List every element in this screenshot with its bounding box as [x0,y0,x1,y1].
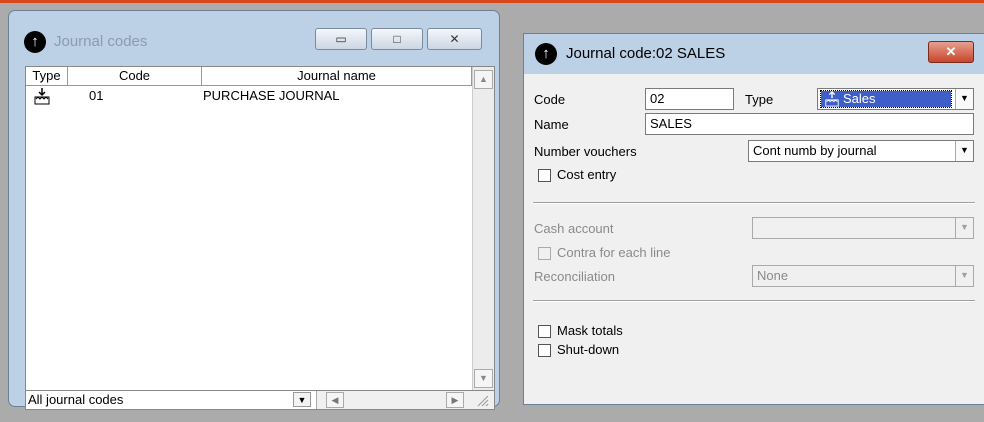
desktop-top-border [0,0,984,3]
resize-grip-icon[interactable] [474,393,490,407]
type-label: Type [745,92,774,107]
name-field[interactable]: SALES [645,113,974,135]
hscroll-left-button[interactable]: ◀ [326,392,344,408]
sales-journal-icon [824,90,840,110]
chevron-down-icon[interactable]: ▼ [955,218,973,238]
dialog-content: Code 02 Type Sales ▼ Name SALES Number v… [530,78,978,400]
journal-filter-value: All journal codes [28,392,124,407]
dialog-title-bar: ↑ Journal code:02 SALES ✕ [524,34,984,74]
list-vertical-scrollbar[interactable]: ▲ ▼ [472,67,494,390]
journal-code-dialog: ↑ Journal code:02 SALES ✕ Code 02 Type S… [523,33,984,405]
chevron-down-icon[interactable]: ▼ [955,141,973,161]
type-value: Sales [843,91,876,106]
number-vouchers-select[interactable]: Cont numb by journal ▼ [748,140,974,162]
dialog-title: Journal code:02 SALES [566,45,726,62]
cost-entry-label: Cost entry [557,167,617,182]
number-vouchers-label: Number vouchers [534,144,637,159]
hscroll-right-button[interactable]: ▶ [446,392,464,408]
column-header-code[interactable]: Code [68,67,202,86]
row-code: 01 [89,88,104,103]
section-divider [533,202,975,204]
mask-totals-label: Mask totals [557,323,623,338]
chevron-down-icon[interactable]: ▼ [955,89,973,109]
row-journal-name: PURCHASE JOURNAL [203,88,340,103]
reconciliation-value: None [757,268,789,283]
app-logo-icon: ↑ [535,43,557,65]
dialog-close-button[interactable]: ✕ [928,41,974,63]
journal-codes-window-title: Journal codes [54,33,148,50]
type-select[interactable]: Sales ▼ [817,88,974,110]
code-label: Code [534,92,566,107]
table-row[interactable]: 01 PURCHASE JOURNAL [26,87,472,105]
number-vouchers-value: Cont numb by journal [753,143,877,158]
reconciliation-select[interactable]: None ▼ [752,265,974,287]
chevron-down-icon[interactable]: ▼ [293,392,311,407]
list-footer: All journal codes ▼ ◀ ▶ [26,390,494,409]
journal-filter-select[interactable]: All journal codes ▼ [26,391,317,409]
close-button[interactable]: ✕ [427,28,482,50]
journal-codes-window: ↑ Journal codes ▭ □ ✕ Type Code Journal … [8,10,500,410]
app-logo-icon: ↑ [24,31,46,53]
cash-account-label: Cash account [534,221,614,236]
contra-checkbox[interactable] [538,247,551,260]
chevron-down-icon[interactable]: ▼ [955,266,973,286]
column-header-type[interactable]: Type [26,67,68,86]
contra-label: Contra for each line [557,245,671,260]
shutdown-checkbox[interactable] [538,344,551,357]
code-field[interactable]: 02 [645,88,734,110]
type-selected-value: Sales [820,90,952,110]
mask-totals-checkbox[interactable] [538,325,551,338]
cost-entry-checkbox[interactable] [538,169,551,182]
journal-codes-list: Type Code Journal name 01 PURCHASE JOURN… [25,66,495,410]
section-divider [533,300,975,302]
column-header-journal-name[interactable]: Journal name [202,67,472,86]
cash-account-select[interactable]: ▼ [752,217,974,239]
scroll-up-button[interactable]: ▲ [474,70,493,89]
minimize-button[interactable]: ▭ [315,28,367,50]
purchase-journal-icon [33,87,51,108]
scroll-down-button[interactable]: ▼ [474,369,493,388]
reconciliation-label: Reconciliation [534,269,615,284]
maximize-button[interactable]: □ [371,28,423,50]
name-label: Name [534,117,569,132]
shutdown-label: Shut-down [557,342,620,357]
